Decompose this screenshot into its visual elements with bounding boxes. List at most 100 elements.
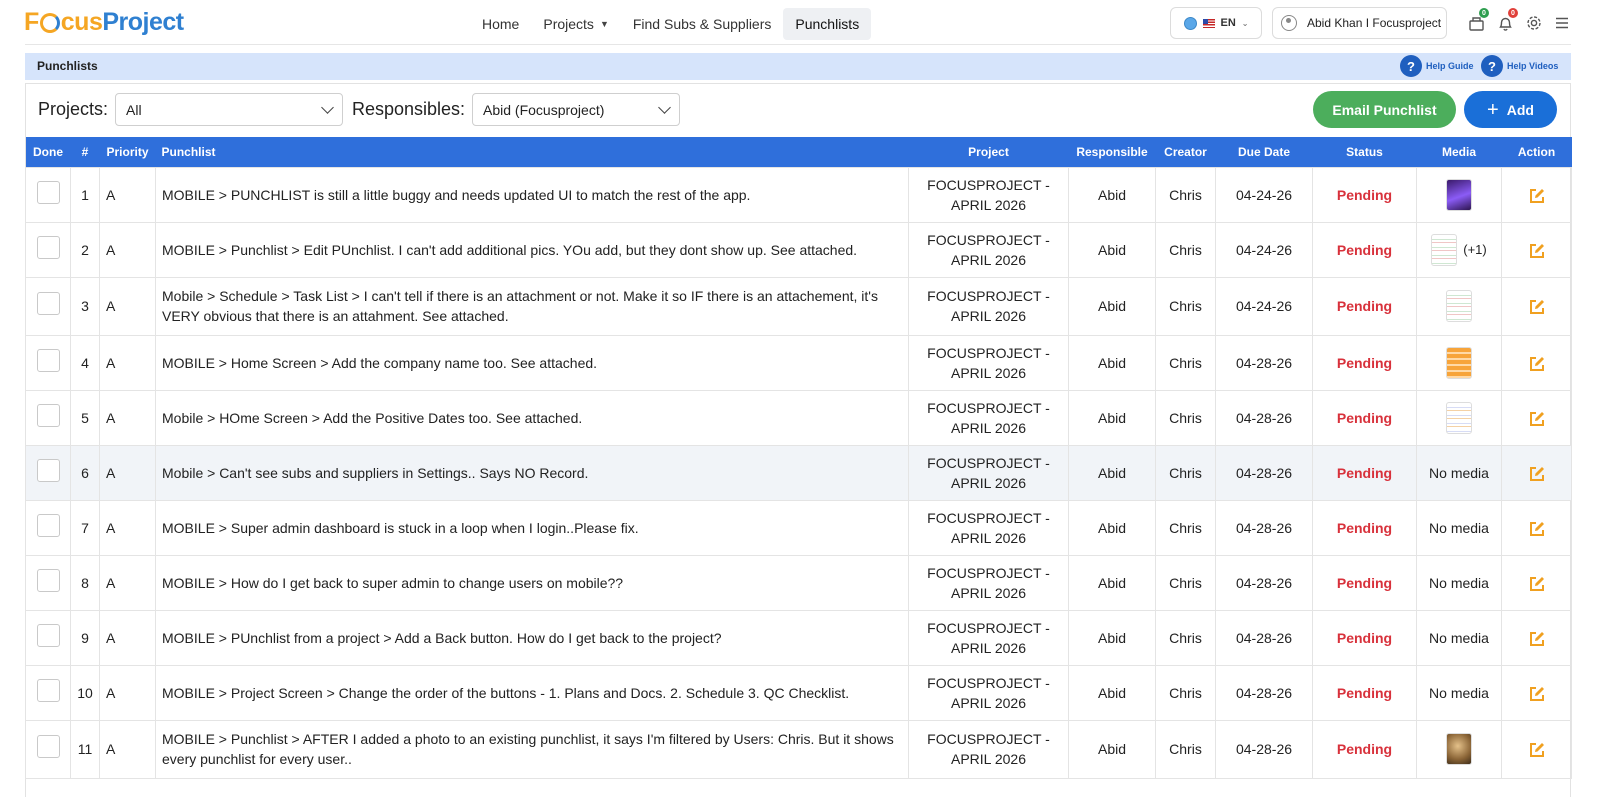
row-punchlist-text[interactable]: MOBILE > Home Screen > Add the company n… (155, 334, 909, 391)
edit-icon[interactable] (1528, 187, 1546, 205)
media-thumbnail[interactable] (1446, 346, 1472, 379)
table-row[interactable]: 9 A MOBILE > PUnchlist from a project > Ad… (25, 609, 1572, 666)
row-due-date: 04-28-26 (1215, 389, 1313, 446)
done-checkbox[interactable] (36, 678, 60, 702)
row-punchlist-text[interactable]: MOBILE > Super admin dashboard is stuck … (155, 499, 909, 556)
edit-icon[interactable] (1528, 355, 1546, 373)
table-row[interactable]: 4 A MOBILE > Home Screen > Add the company… (25, 334, 1572, 391)
col-done[interactable]: Done (25, 137, 71, 167)
plus-icon: + (1487, 98, 1499, 121)
table-row[interactable]: 7 A MOBILE > Super admin dashboard is stuc… (25, 499, 1572, 556)
table-row[interactable]: 6 A Mobile > Can't see subs and suppliers … (25, 444, 1572, 501)
row-punchlist-text[interactable]: MOBILE > PUnchlist from a project > Add … (155, 609, 909, 666)
col-number[interactable]: # (70, 137, 100, 167)
email-punchlist-button[interactable]: Email Punchlist (1313, 91, 1456, 128)
row-action (1501, 444, 1572, 501)
row-responsible: Abid (1068, 499, 1156, 556)
col-media[interactable]: Media (1416, 137, 1502, 167)
row-punchlist-text[interactable]: MOBILE > Project Screen > Change the ord… (155, 664, 909, 721)
done-cell (25, 166, 71, 223)
user-menu-button[interactable]: Abid Khan I Focusproject (1272, 7, 1447, 39)
media-empty-text: No media (1429, 464, 1489, 481)
row-responsible: Abid (1068, 664, 1156, 721)
table-row[interactable]: 5 A Mobile > HOme Screen > Add the Positiv… (25, 389, 1572, 446)
media-extra-count[interactable]: (+1) (1463, 242, 1486, 257)
done-checkbox[interactable] (36, 513, 60, 537)
col-priority[interactable]: Priority (99, 137, 156, 167)
projects-filter-select[interactable]: All (115, 93, 343, 126)
col-action[interactable]: Action (1501, 137, 1572, 167)
row-responsible: Abid (1068, 334, 1156, 391)
done-checkbox[interactable] (36, 180, 60, 204)
add-punchlist-button[interactable]: + Add (1464, 91, 1557, 128)
done-checkbox[interactable] (36, 235, 60, 259)
help-guide-link[interactable]: ? Help Guide (1400, 55, 1474, 77)
row-punchlist-text[interactable]: MOBILE > PUNCHLIST is still a little bug… (155, 166, 909, 223)
help-videos-label: Help Videos (1507, 61, 1559, 71)
help-videos-link[interactable]: ? Help Videos (1481, 55, 1558, 77)
done-checkbox[interactable] (36, 403, 60, 427)
row-punchlist-text[interactable]: MOBILE > Punchlist > AFTER I added a pho… (155, 719, 909, 779)
nav-home[interactable]: Home (470, 8, 531, 40)
done-checkbox[interactable] (36, 458, 60, 482)
edit-icon[interactable] (1528, 465, 1546, 483)
col-creator[interactable]: Creator (1155, 137, 1216, 167)
menu-button[interactable] (1551, 12, 1573, 34)
done-checkbox[interactable] (36, 623, 60, 647)
focusproject-logo[interactable]: Fcus Project (24, 6, 184, 38)
table-row[interactable]: 8 A MOBILE > How do I get back to super ad… (25, 554, 1572, 611)
col-responsible[interactable]: Responsible (1068, 137, 1156, 167)
add-button-label: Add (1506, 101, 1534, 118)
row-priority: A (99, 444, 156, 501)
responsibles-filter-select[interactable]: Abid (Focusproject) (472, 93, 680, 126)
nav-punchlists[interactable]: Punchlists (783, 8, 872, 40)
media-thumbnail[interactable] (1431, 233, 1458, 266)
row-project: FOCUSPROJECT - APRIL 2026 (908, 554, 1069, 611)
table-row[interactable]: 1 A MOBILE > PUNCHLIST is still a little b… (25, 166, 1572, 223)
row-priority: A (99, 334, 156, 391)
col-punchlist[interactable]: Punchlist (155, 137, 909, 167)
row-project: FOCUSPROJECT - APRIL 2026 (908, 719, 1069, 779)
settings-button[interactable] (1523, 12, 1545, 34)
done-checkbox[interactable] (36, 348, 60, 372)
media-thumbnail[interactable] (1446, 733, 1472, 765)
edit-icon[interactable] (1528, 741, 1546, 759)
edit-icon[interactable] (1528, 630, 1546, 648)
row-punchlist-text[interactable]: MOBILE > How do I get back to super admi… (155, 554, 909, 611)
edit-icon[interactable] (1528, 520, 1546, 538)
table-row[interactable]: 3 A Mobile > Schedule > Task List > I can'… (25, 276, 1572, 336)
row-priority: A (99, 276, 156, 336)
col-due-date[interactable]: Due Date (1215, 137, 1313, 167)
nav-projects[interactable]: Projects ▼ (531, 8, 621, 40)
row-punchlist-text[interactable]: Mobile > Schedule > Task List > I can't … (155, 276, 909, 336)
row-creator: Chris (1155, 221, 1216, 278)
table-row[interactable]: 2 A MOBILE > Punchlist > Edit PUnchlist. I… (25, 221, 1572, 278)
done-checkbox[interactable] (36, 292, 60, 315)
row-due-date: 04-28-26 (1215, 664, 1313, 721)
edit-icon[interactable] (1528, 298, 1546, 316)
media-thumbnail[interactable] (1446, 178, 1472, 211)
col-status[interactable]: Status (1312, 137, 1417, 167)
done-checkbox[interactable] (36, 568, 60, 592)
edit-icon[interactable] (1528, 575, 1546, 593)
row-creator: Chris (1155, 609, 1216, 666)
row-punchlist-text[interactable]: MOBILE > Punchlist > Edit PUnchlist. I c… (155, 221, 909, 278)
edit-icon[interactable] (1528, 242, 1546, 260)
edit-icon[interactable] (1528, 410, 1546, 428)
table-row[interactable]: 10 A MOBILE > Project Screen > Change the … (25, 664, 1572, 721)
row-number: 1 (70, 166, 100, 223)
media-thumbnail[interactable] (1446, 401, 1472, 434)
status-badge: Pending (1336, 241, 1393, 258)
row-punchlist-text[interactable]: Mobile > HOme Screen > Add the Positive … (155, 389, 909, 446)
row-punchlist-text[interactable]: Mobile > Can't see subs and suppliers in… (155, 444, 909, 501)
edit-icon[interactable] (1528, 685, 1546, 703)
table-row[interactable]: 11 A MOBILE > Punchlist > AFTER I added a … (25, 719, 1572, 779)
notifications-button[interactable]: 0 (1494, 8, 1518, 34)
nav-find-subs[interactable]: Find Subs & Suppliers (621, 8, 784, 40)
task-notifications-button[interactable]: 0 (1465, 8, 1489, 34)
chevron-down-icon (658, 101, 671, 114)
done-checkbox[interactable] (36, 735, 60, 758)
language-selector[interactable]: EN ⌄ (1170, 7, 1262, 39)
media-thumbnail[interactable] (1446, 290, 1472, 322)
col-project[interactable]: Project (908, 137, 1069, 167)
